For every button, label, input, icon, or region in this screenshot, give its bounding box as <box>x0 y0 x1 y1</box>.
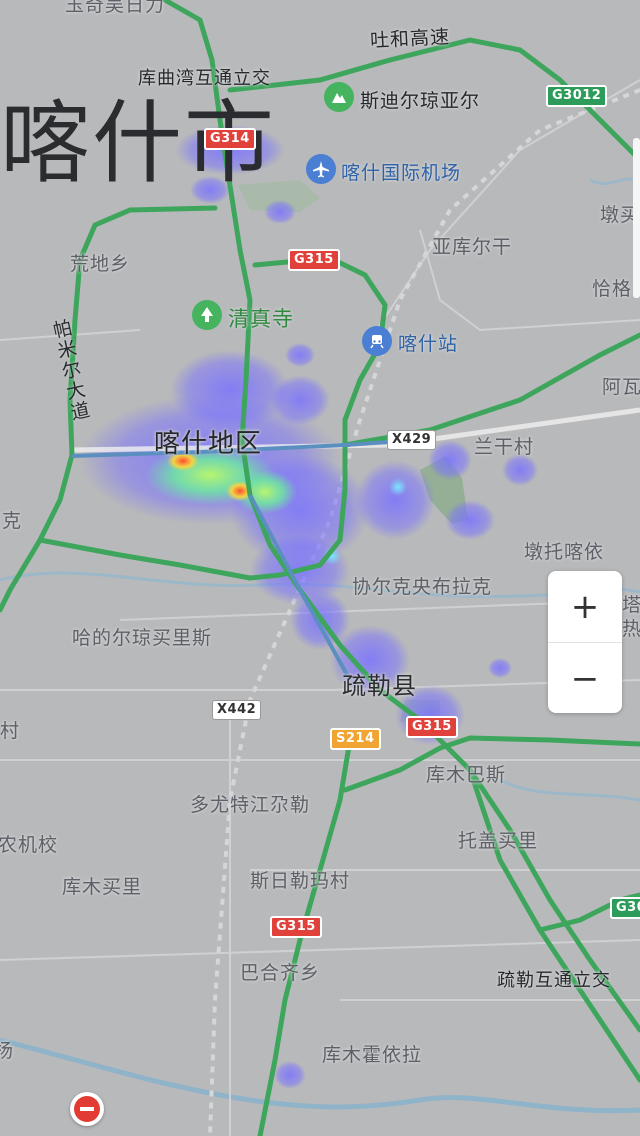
shield-g3012: G3012 <box>546 85 608 107</box>
place-label-bahe: 巴合齐乡 <box>240 962 321 984</box>
place-label-ta-right: 塔 <box>622 594 640 616</box>
place-label-qia-right: 恰格 <box>592 278 633 300</box>
place-label-huangdi: 荒地乡 <box>70 253 131 275</box>
zoom-control: + − <box>548 571 622 713</box>
place-label-kumubasi: 库木巴斯 <box>426 764 507 786</box>
place-label-re-right: 热 <box>622 618 640 640</box>
poi-label-station[interactable]: 喀什站 <box>398 329 458 356</box>
place-label-siri: 斯日勒玛村 <box>250 870 351 892</box>
airplane-icon[interactable] <box>306 154 336 184</box>
zoom-out-button[interactable]: − <box>548 643 622 714</box>
scrollbar[interactable] <box>633 138 640 298</box>
shield-s214: S214 <box>330 728 381 750</box>
place-label-kumumai: 库木买里 <box>62 876 143 898</box>
place-label-langan: 兰干村 <box>474 436 535 458</box>
shield-g315-low: G315 <box>270 916 322 938</box>
place-label-tuogai: 托盖买里 <box>458 830 539 852</box>
district-label: 喀什地区 <box>154 429 263 459</box>
interchange-label-kuqu: 库曲湾互通立交 <box>138 68 271 89</box>
shield-x442: X442 <box>212 700 262 720</box>
place-label-awa-right: 阿瓦 <box>602 376 640 398</box>
interchange-label-shule: 疏勒互通立交 <box>497 970 611 991</box>
place-label-top: 玉奇吴日力 <box>65 0 166 16</box>
place-label-yakuergan: 亚库尔干 <box>432 236 513 258</box>
poi-label-mosque[interactable]: 清真寺 <box>228 303 294 333</box>
place-label-xieer: 协尔克央布拉克 <box>352 576 493 598</box>
train-icon[interactable] <box>362 326 392 356</box>
place-label-kumuhuo: 库木霍依拉 <box>322 1044 423 1066</box>
county-label: 疏勒县 <box>342 672 417 700</box>
place-label-yang-left: 扬 <box>0 1040 15 1062</box>
road-label-tuhe: 吐和高速 <box>369 25 451 53</box>
poi-label-sidierqiong[interactable]: 斯迪尔琼亚尔 <box>360 86 480 113</box>
place-label-agri: 农机校 <box>0 834 59 856</box>
mountain-icon[interactable] <box>324 82 354 112</box>
place-label-duoyou: 多尤特江尕勒 <box>190 794 311 816</box>
shield-g315-top: G315 <box>288 249 340 271</box>
place-label-hadeer: 哈的尔琼买里斯 <box>72 627 213 649</box>
poi-label-airport[interactable]: 喀什国际机场 <box>341 158 461 185</box>
zoom-in-button[interactable]: + <box>548 571 622 643</box>
shield-g315-mid: G315 <box>406 716 458 738</box>
place-label-dunto: 墩托喀依 <box>524 541 605 563</box>
map-canvas[interactable]: 喀什市 玉奇吴日力 吐和高速 库曲湾互通立交 帕米尔大道 疏勒互通立交 G314… <box>0 0 640 1136</box>
shield-x429: X429 <box>387 430 437 450</box>
place-label-like: 里克 <box>0 510 23 532</box>
tree-icon[interactable] <box>192 300 222 330</box>
no-entry-icon[interactable] <box>70 1092 104 1126</box>
place-label-cun-left: 村 <box>0 720 21 742</box>
shield-g314: G314 <box>204 128 256 150</box>
shield-g30: G30 <box>610 897 640 919</box>
